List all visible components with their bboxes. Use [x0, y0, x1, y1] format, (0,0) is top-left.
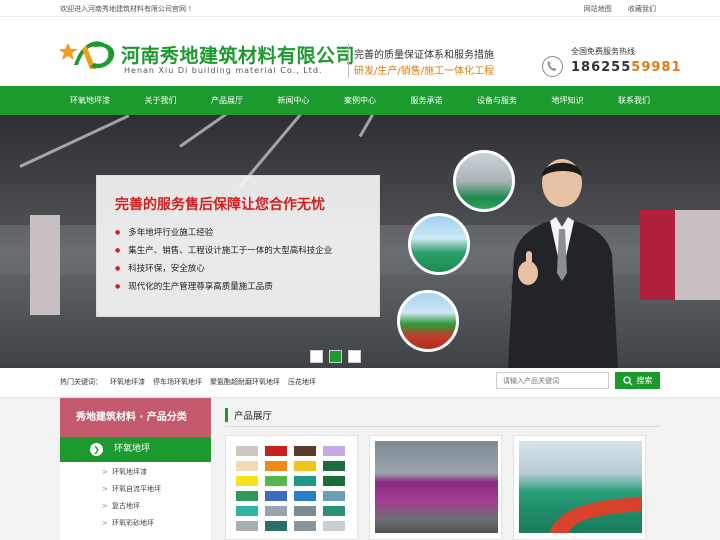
carousel-dot-3[interactable]	[348, 350, 361, 363]
banner-pillar	[640, 210, 675, 300]
product-card-green-floor[interactable]	[513, 435, 646, 540]
bookmark-link[interactable]: 收藏我们	[628, 5, 656, 13]
sidebar-category-label: 环氧地坪	[114, 444, 151, 454]
keyword-link[interactable]: 停车场环氧地坪	[153, 378, 202, 386]
hotline-number-main: 186255	[571, 60, 632, 75]
nav-item-epoxy-paint[interactable]: 环氧地坪漆	[60, 86, 120, 115]
promo-point: 多年地坪行业施工经验	[115, 226, 332, 244]
sidebar-item-self-leveling[interactable]: 环氧自流平地坪	[60, 481, 211, 498]
search-input[interactable]	[496, 372, 609, 389]
hot-keywords: 热门关键词： 环氧地坪漆 停车场环氧地坪 聚氨酯超耐磨环氧地坪 压花地坪	[60, 377, 324, 387]
carousel-dot-1[interactable]	[310, 350, 323, 363]
color-swatch	[294, 521, 316, 531]
color-swatch	[294, 491, 316, 501]
promo-headline: 完善的服务售后保障让您合作无忧	[115, 197, 325, 213]
banner-pillar	[30, 215, 60, 315]
welcome-text: 欢迎进入河南秀地建筑材料有限公司官网 ！	[60, 5, 196, 13]
color-swatch	[265, 506, 287, 516]
promo-point: 集生产、销售、工程设计施工于一体的大型高科技企业	[115, 244, 332, 262]
product-image-green-floor	[519, 441, 642, 533]
company-logo[interactable]	[60, 35, 120, 75]
color-swatch	[236, 506, 258, 516]
slogan-line-1: 完善的质量保证体系和服务措施	[354, 50, 494, 61]
nav-item-cases[interactable]: 案例中心	[334, 86, 386, 115]
hotline-number-highlight: 59981	[631, 60, 682, 75]
color-swatch	[265, 446, 287, 456]
product-category-sidebar: 秀地建筑材料 · 产品分类 ❯ 环氧地坪 环氧地坪漆 环氧自流平地坪 复古地坪 …	[60, 398, 211, 540]
nav-item-equipment[interactable]: 设备与服务	[467, 86, 527, 115]
color-swatch	[265, 491, 287, 501]
color-swatch	[294, 446, 316, 456]
color-swatch	[265, 461, 287, 471]
hotline-number: 18625559981	[571, 60, 682, 75]
nav-item-about[interactable]: 关于我们	[135, 86, 187, 115]
nav-item-contact[interactable]: 联系我们	[608, 86, 660, 115]
sidebar-item-color-sand[interactable]: 环氧彩砂地坪	[60, 515, 211, 532]
color-swatch	[323, 521, 345, 531]
hero-banner[interactable]: 完善的服务售后保障让您合作无忧 多年地坪行业施工经验 集生产、销售、工程设计施工…	[0, 115, 720, 368]
color-swatch	[323, 506, 345, 516]
company-name-en: Henan Xiu Di building material Co., Ltd.	[124, 66, 323, 75]
sidebar-category-epoxy[interactable]: ❯ 环氧地坪	[60, 437, 211, 462]
nav-item-knowledge[interactable]: 地坪知识	[542, 86, 594, 115]
header-divider	[348, 44, 349, 78]
nav-item-service[interactable]: 服务承诺	[401, 86, 453, 115]
sidebar-item-retro[interactable]: 复古地坪	[60, 498, 211, 515]
promo-point: 科技环保，安全放心	[115, 262, 332, 280]
spokesperson-photo	[508, 159, 618, 368]
section-divider	[225, 426, 660, 427]
top-strip: 欢迎进入河南秀地建筑材料有限公司官网 ！ 网站地图 收藏我们	[0, 0, 720, 17]
color-swatch-grid	[236, 446, 345, 531]
site-header: 河南秀地建筑材料有限公司 Henan Xiu Di building mater…	[0, 17, 720, 86]
color-swatch	[236, 461, 258, 471]
sitemap-link[interactable]: 网站地图	[584, 5, 612, 13]
color-swatch	[323, 461, 345, 471]
color-swatch	[236, 521, 258, 531]
hotline-label: 全国免费服务热线	[571, 47, 635, 56]
color-swatch	[294, 506, 316, 516]
banner-pillar	[675, 210, 720, 300]
nav-item-products[interactable]: 产品展厅	[201, 86, 253, 115]
carousel-indicators	[310, 350, 361, 363]
project-photo-court	[408, 213, 470, 275]
company-name-cn: 河南秀地建筑材料有限公司	[121, 45, 356, 67]
slogan-line-2: 研发/生产/销售/施工一体化工程	[354, 66, 495, 77]
phone-icon	[542, 56, 563, 77]
keyword-link[interactable]: 聚氨酯超耐磨环氧地坪	[210, 378, 280, 386]
nav-item-news[interactable]: 新闻中心	[268, 86, 320, 115]
search-icon	[622, 375, 632, 385]
color-swatch	[294, 461, 316, 471]
color-swatch	[323, 446, 345, 456]
search-button-label: 搜索	[636, 376, 653, 385]
keyword-link[interactable]: 压花地坪	[288, 378, 316, 386]
product-image-garage	[375, 441, 498, 533]
color-swatch	[265, 521, 287, 531]
main-nav: 环氧地坪漆 关于我们 产品展厅 新闻中心 案例中心 服务承诺 设备与服务 地坪知…	[0, 86, 720, 115]
hot-keywords-label: 热门关键词：	[60, 378, 102, 386]
chevron-right-icon: ❯	[90, 443, 103, 456]
product-card-color-chart[interactable]	[225, 435, 358, 540]
top-links: 网站地图 收藏我们	[570, 4, 656, 14]
color-swatch	[265, 476, 287, 486]
promo-box: 完善的服务售后保障让您合作无忧 多年地坪行业施工经验 集生产、销售、工程设计施工…	[96, 175, 380, 317]
product-card-garage[interactable]	[369, 435, 502, 540]
color-swatch	[294, 476, 316, 486]
sidebar-item-epoxy-paint[interactable]: 环氧地坪漆	[60, 464, 211, 481]
search-strip: 热门关键词： 环氧地坪漆停车场环氧地坪聚氨酯超耐磨环氧地坪压花地坪 搜索	[0, 368, 720, 398]
color-swatch	[236, 491, 258, 501]
project-photo-track	[397, 290, 459, 352]
carousel-dot-2[interactable]	[329, 350, 342, 363]
color-swatch	[236, 476, 258, 486]
color-swatch	[323, 476, 345, 486]
search-button[interactable]: 搜索	[615, 372, 660, 389]
sidebar-title: 秀地建筑材料 · 产品分类	[60, 398, 211, 437]
products-section-title: 产品展厅	[225, 408, 272, 422]
color-swatch	[236, 446, 258, 456]
product-section: 秀地建筑材料 · 产品分类 ❯ 环氧地坪 环氧地坪漆 环氧自流平地坪 复古地坪 …	[0, 398, 720, 540]
promo-point: 现代化的生产管理尊享高质量施工品质	[115, 280, 332, 298]
color-swatch	[323, 491, 345, 501]
keyword-link[interactable]: 环氧地坪漆	[110, 378, 145, 386]
